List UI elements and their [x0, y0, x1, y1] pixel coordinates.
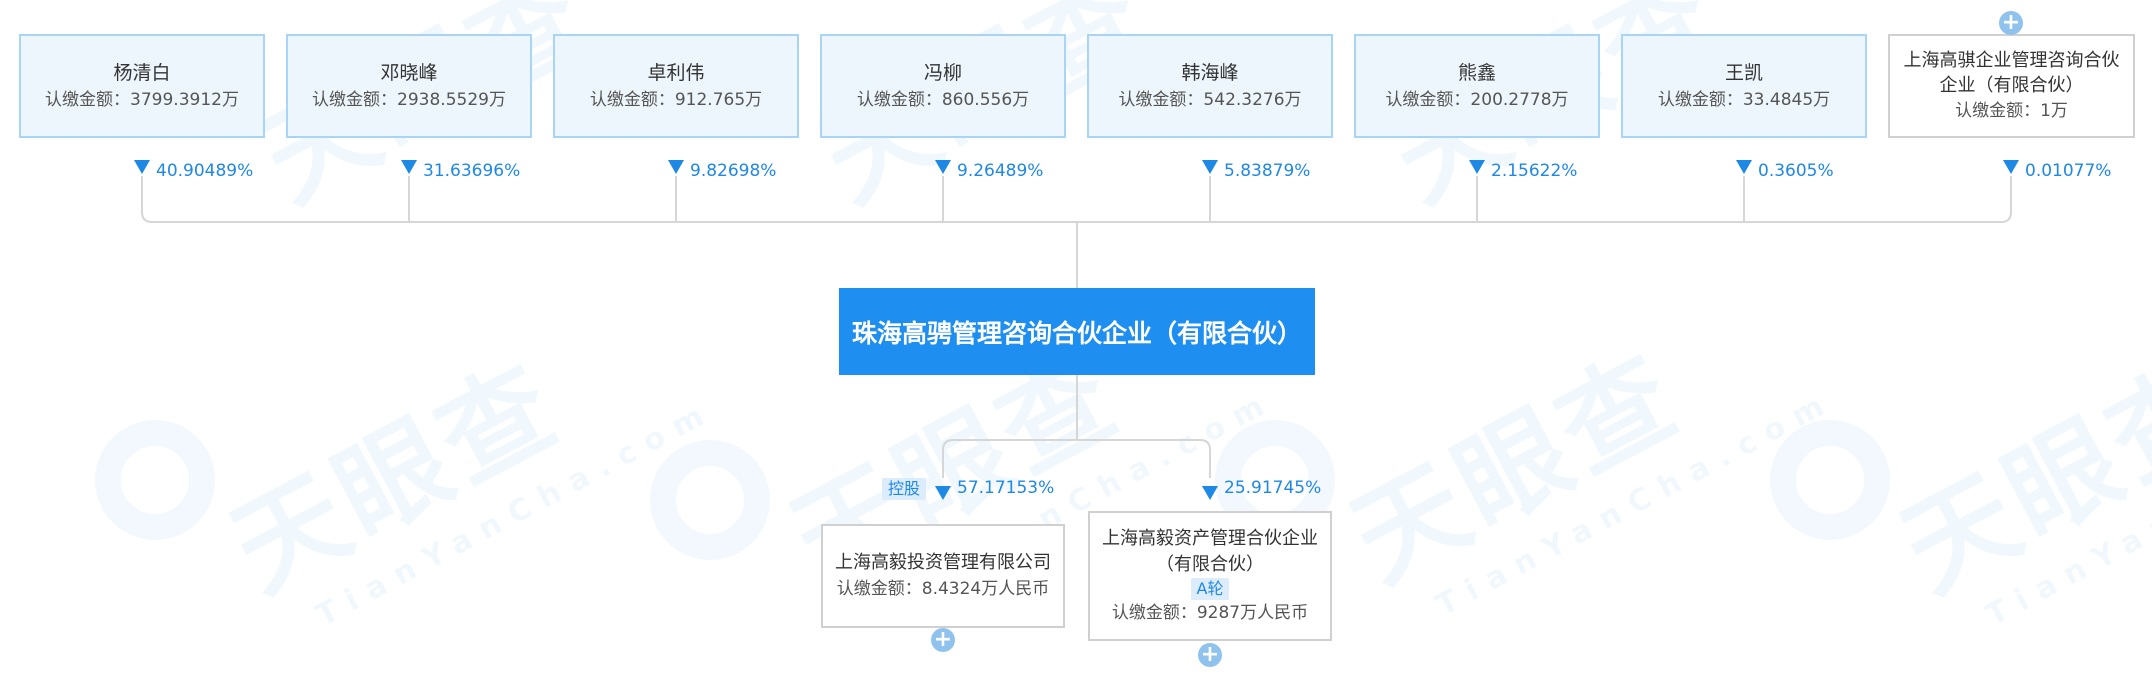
arrow-down-icon [134, 160, 150, 174]
shareholder-card[interactable]: 冯柳 认缴金额：860.556万 [820, 34, 1066, 138]
shareholder-card[interactable]: 卓利伟 认缴金额：912.765万 [553, 34, 799, 138]
center-company-name: 珠海高骋管理咨询合伙企业（有限合伙） [851, 318, 1302, 348]
shareholder-name: 熊鑫 [1457, 62, 1496, 84]
shareholder-percent: 0.3605% [1758, 161, 1834, 181]
center-company[interactable]: 珠海高骋管理咨询合伙企业（有限合伙） [839, 288, 1315, 375]
shareholder-card[interactable]: 熊鑫 认缴金额：200.2778万 [1354, 34, 1600, 138]
shareholder-amount: 认缴金额：2938.5529万 [312, 90, 506, 110]
shareholder-name: 韩海峰 [1181, 62, 1239, 84]
arrow-down-icon [935, 160, 951, 174]
shareholder-percent: 0.01077% [2025, 161, 2112, 181]
shareholder-card[interactable]: 王凯 认缴金额：33.4845万 [1621, 34, 1867, 138]
shareholder-name: 王凯 [1724, 62, 1763, 84]
shareholder-name: 冯柳 [923, 62, 962, 84]
arrow-down-icon [1736, 160, 1752, 174]
shareholder-percent: 31.63696% [423, 161, 521, 181]
investment-name: 上海高毅资产管理合伙企业（有限合伙） [1102, 528, 1318, 575]
shareholder-amount: 认缴金额：1万 [1955, 101, 2068, 121]
expand-icon[interactable]: + [1999, 11, 2023, 35]
investment-amount: 认缴金额：8.4324万人民币 [836, 579, 1050, 599]
expand-icon[interactable]: + [1198, 643, 1222, 667]
round-badge: A轮 [1190, 578, 1230, 600]
shareholder-name: 卓利伟 [647, 62, 705, 84]
shareholder-name: 杨清白 [113, 62, 171, 84]
shareholder-amount: 认缴金额：33.4845万 [1657, 90, 1831, 110]
holding-badge: 控股 [882, 478, 927, 500]
shareholder-percent: 9.26489% [957, 161, 1044, 181]
arrow-down-icon [935, 486, 951, 500]
shareholder-name: 上海高骐企业管理咨询合伙企业（有限合伙） [1903, 50, 2120, 96]
shareholder-name: 邓晓峰 [380, 62, 438, 84]
shareholder-card[interactable]: 韩海峰 认缴金额：542.3276万 [1087, 34, 1333, 138]
shareholder-amount: 认缴金额：3799.3912万 [45, 90, 239, 110]
shareholder-percent: 40.90489% [156, 161, 254, 181]
investment-percent: 57.17153% [957, 478, 1055, 498]
investment-percent: 25.91745% [1224, 478, 1322, 498]
shareholder-card[interactable]: 上海高骐企业管理咨询合伙企业（有限合伙） 认缴金额：1万 [1888, 34, 2135, 138]
arrow-down-icon [2003, 160, 2019, 174]
investment-amount: 认缴金额：9287万人民币 [1111, 603, 1309, 623]
investment-card[interactable]: 上海高毅资产管理合伙企业（有限合伙） A轮 认缴金额：9287万人民币 [1088, 511, 1332, 641]
shareholder-percent: 9.82698% [690, 161, 777, 181]
arrow-down-icon [1202, 160, 1218, 174]
shareholder-amount: 认缴金额：542.3276万 [1118, 90, 1302, 110]
shareholder-card[interactable]: 邓晓峰 认缴金额：2938.5529万 [286, 34, 532, 138]
investment-card[interactable]: 上海高毅投资管理有限公司 认缴金额：8.4324万人民币 [821, 524, 1065, 628]
shareholder-percent: 5.83879% [1224, 161, 1311, 181]
arrow-down-icon [1469, 160, 1485, 174]
shareholder-percent: 2.15622% [1491, 161, 1578, 181]
shareholder-amount: 认缴金额：860.556万 [856, 90, 1030, 110]
arrow-down-icon [401, 160, 417, 174]
arrow-down-icon [668, 160, 684, 174]
shareholder-amount: 认缴金额：912.765万 [589, 90, 763, 110]
shareholder-amount: 认缴金额：200.2778万 [1385, 90, 1569, 110]
expand-icon[interactable]: + [931, 628, 955, 652]
investment-name: 上海高毅投资管理有限公司 [835, 552, 1051, 573]
arrow-down-icon [1202, 486, 1218, 500]
shareholder-card[interactable]: 杨清白 认缴金额：3799.3912万 [19, 34, 265, 138]
